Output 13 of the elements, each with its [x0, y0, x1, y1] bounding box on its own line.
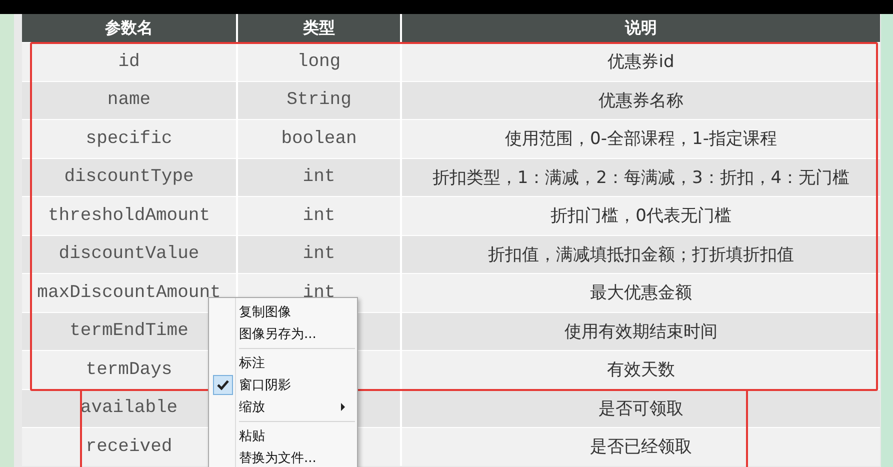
table-cell-text: 使用有效期结束时间: [564, 320, 718, 344]
table-cell-text: 优惠券id: [606, 51, 676, 74]
table-cell-text: 最大优惠金额: [589, 282, 693, 306]
table-cell-text: 是否已经领取: [589, 436, 693, 460]
table-cell-text: 折扣值，满减填抵扣金额；打折填折扣值: [487, 244, 795, 267]
table-cell-text: 是否可领取: [598, 398, 684, 421]
table-cell-text: 优惠券名称: [598, 90, 684, 113]
table-cell-text: 有效天数: [606, 359, 676, 382]
column-header: 类型: [238, 14, 402, 42]
column-header: 说明: [624, 16, 658, 38]
table-cell-text: 折扣门槛，0代表无门槛: [550, 205, 732, 228]
table-cell-text: 使用范围，0-全部课程，1-指定课程: [504, 128, 778, 152]
table-cell-text: 折扣类型，1：满减，2：每满减，3：折扣，4：无门槛: [431, 166, 851, 190]
